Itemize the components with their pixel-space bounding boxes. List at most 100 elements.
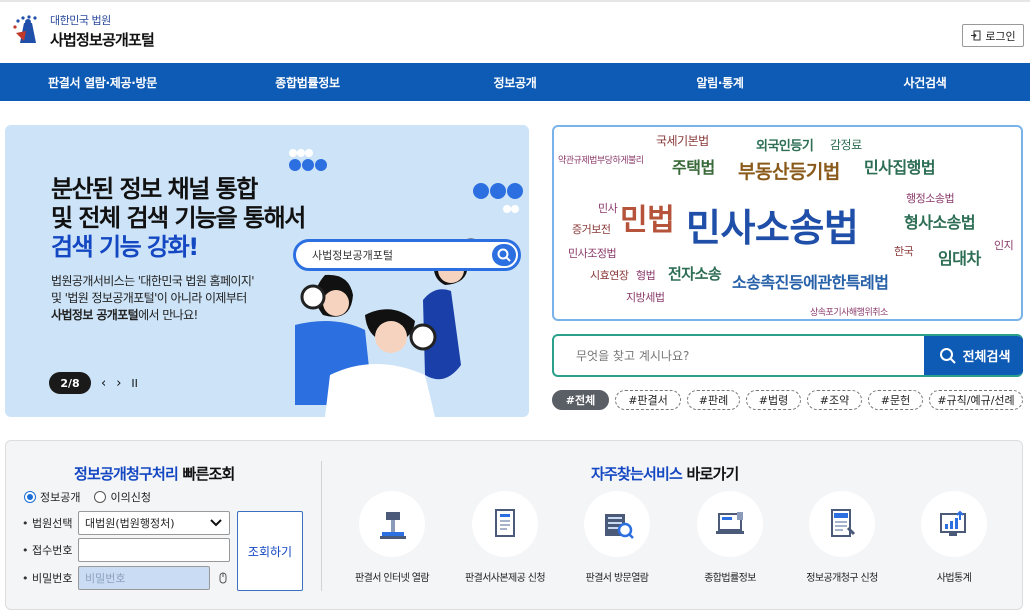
logo-subtitle: 대한민국 법원 <box>50 14 111 27</box>
receipt-number-row: 접수번호 <box>22 538 230 562</box>
cloud-word[interactable]: 민사조정법 <box>568 245 617 261</box>
header: 대한민국 법원 사법정보공개포털 로그인 <box>0 0 1030 63</box>
open-folder-icon <box>831 509 856 537</box>
cloud-word[interactable]: 소송촉진등에관한특례법 <box>732 269 889 293</box>
nav-item-judgment[interactable]: 판결서 열람·제공·방문 <box>0 63 205 101</box>
nav-item-disclosure[interactable]: 정보공개 <box>410 63 620 101</box>
promo-banner[interactable]: 분산된 정보 채널 통합 및 전체 검색 기능을 통해서 검색 기능 강화! 법… <box>5 125 529 417</box>
cloud-word[interactable]: 민사 <box>598 200 618 216</box>
receipt-number-label: 접수번호 <box>22 542 78 558</box>
radio-disclosure[interactable]: 정보공개 <box>24 489 80 505</box>
service-label: 종합법률정보 <box>704 573 756 584</box>
main-nav: 판결서 열람·제공·방문 종합법률정보 정보공개 알림·통계 사건검색 <box>0 63 1030 101</box>
cloud-word[interactable]: 지방세법 <box>626 289 665 305</box>
cloud-word[interactable]: 증거보전 <box>572 221 611 237</box>
tag-literature[interactable]: #문헌 <box>868 390 923 410</box>
cloud-word[interactable]: 민사소송법 <box>686 197 859 252</box>
court-select-value: 대법원(법원행정처) <box>85 517 175 530</box>
tag-statute[interactable]: #법령 <box>746 390 801 410</box>
banner-search-text: 사법정보공개포털 <box>312 249 393 262</box>
next-slide-button[interactable]: › <box>116 376 121 391</box>
quick-title-blue: 정보공개청구처리 <box>74 465 179 483</box>
quick-lookup-title: 정보공개청구처리 빠른조회 <box>74 463 235 484</box>
banner-body-line1: 법원공개서비스는 '대한민국 법원 홈페이지' <box>51 274 255 288</box>
receipt-number-input[interactable] <box>78 538 230 562</box>
quick-title-rest: 빠른조회 <box>178 465 235 483</box>
service-visit-viewing[interactable]: 판결서 방문열람 <box>562 491 672 584</box>
cloud-word[interactable]: 외국인등기 <box>756 135 814 154</box>
service-disclosure-request[interactable]: 정보공개청구 신청 <box>787 491 897 584</box>
slide-counter: 2/8 <box>49 372 91 394</box>
frequent-title-blue: 자주찾는서비스 <box>591 465 683 483</box>
banner-body-line3-rest: 에서 만나요! <box>138 308 198 322</box>
logo-title: 사법정보공개포털 <box>50 31 155 49</box>
cloud-word[interactable]: 전자소송 <box>668 263 722 284</box>
court-select-row: 법원선택 대법원(법원행정처) <box>22 511 230 535</box>
banner-headline: 분산된 정보 채널 통합 및 전체 검색 기능을 통해서 검색 기능 강화! <box>51 175 306 262</box>
tag-rules[interactable]: #규칙/예규/선례 <box>929 390 1023 410</box>
password-input[interactable]: 비밀번호 <box>78 566 210 590</box>
keyword-cloud: 국세기본법 외국인등기 감정료 약관규제법부당하게불리 주택법 부동산등기법 민… <box>552 125 1023 321</box>
court-select[interactable]: 대법원(법원행정처) <box>78 511 230 535</box>
radio-objection[interactable]: 이의신청 <box>94 489 151 505</box>
site-logo[interactable]: 대한민국 법원 사법정보공개포털 <box>10 12 155 50</box>
password-row: 비밀번호 비밀번호 <box>22 566 230 590</box>
page: 대한민국 법원 사법정보공개포털 로그인 판결서 열람·제공·방문 종합법률정보… <box>0 0 1030 615</box>
nav-item-notice-stats[interactable]: 알림·통계 <box>620 63 820 101</box>
banner-headline-line2: 및 전체 검색 기능을 통해서 <box>51 204 306 232</box>
cloud-word[interactable]: 시효연장 <box>590 267 629 283</box>
service-copy-request[interactable]: 판결서사본제공 신청 <box>450 491 560 584</box>
search-icon <box>939 347 956 364</box>
banner-headline-line3: 검색 기능 강화! <box>51 233 199 261</box>
cloud-word[interactable]: 민법 <box>620 195 675 239</box>
service-judicial-stats[interactable]: 사법통계 <box>899 491 1009 584</box>
banner-body-line2: 및 '법원 정보공개포털'이 아니라 이제부터 <box>51 291 247 305</box>
document-icon <box>495 509 515 537</box>
radio-disclosure-label: 정보공개 <box>40 491 81 504</box>
service-legal-info[interactable]: 종합법률정보 <box>675 491 785 584</box>
cloud-word[interactable]: 형법 <box>636 267 656 283</box>
laptop-icon <box>716 512 744 534</box>
cloud-word[interactable]: 형사소송법 <box>904 209 976 233</box>
cloud-word[interactable]: 감정료 <box>830 136 862 153</box>
cloud-word[interactable]: 약관규제법부당하게불리 <box>558 153 644 166</box>
cloud-word[interactable]: 민사집행법 <box>864 154 936 178</box>
tag-precedent[interactable]: #판례 <box>687 390 740 410</box>
login-button[interactable]: 로그인 <box>962 24 1024 47</box>
service-label: 정보공개청구 신청 <box>806 573 878 584</box>
radio-objection-label: 이의신청 <box>110 491 151 504</box>
service-label: 사법통계 <box>936 573 972 584</box>
nav-item-case-search[interactable]: 사건검색 <box>820 63 1030 101</box>
building-search-icon <box>605 514 634 539</box>
tag-all[interactable]: #전체 <box>552 390 609 410</box>
tag-judgment[interactable]: #판결서 <box>615 390 681 410</box>
prev-slide-button[interactable]: ‹ <box>101 376 106 391</box>
cloud-word[interactable]: 행정소송법 <box>906 190 955 206</box>
request-type-radios: 정보공개 이의신청 <box>24 489 151 505</box>
cloud-word[interactable]: 상속포기사해행위취소 <box>810 305 888 318</box>
banner-search-illustration: 사법정보공개포털 <box>293 239 521 271</box>
search-input[interactable] <box>554 336 924 375</box>
pause-button[interactable]: II <box>131 377 138 390</box>
query-button[interactable]: 조회하기 <box>237 511 303 591</box>
cloud-word[interactable]: 주택법 <box>672 154 715 178</box>
cloud-word[interactable]: 한국 <box>894 243 914 259</box>
banner-body-line3-bold: 사법정보 공개포털 <box>51 308 139 322</box>
service-judgment-online[interactable]: 판결서 인터넷 열람 <box>337 491 447 584</box>
frequent-services-title: 자주찾는서비스 바로가기 <box>591 463 739 484</box>
monitor-chart-icon <box>940 510 966 536</box>
radio-dot <box>94 491 107 503</box>
nav-item-legal-info[interactable]: 종합법률정보 <box>205 63 410 101</box>
cloud-word[interactable]: 임대차 <box>938 245 981 269</box>
cloud-word[interactable]: 국세기본법 <box>656 132 709 149</box>
bottom-panel: 정보공개청구처리 빠른조회 정보공개 이의신청 법원선택 대법원(법원행정처) … <box>5 440 1023 610</box>
chevron-down-icon <box>210 519 222 527</box>
search-all-button[interactable]: 전체검색 <box>924 336 1023 375</box>
tag-treaty[interactable]: #조약 <box>807 390 862 410</box>
search-category-tags: #전체 #판결서 #판례 #법령 #조약 #문헌 #규칙/예규/선례 <box>552 390 1023 410</box>
court-select-label: 법원선택 <box>22 515 78 531</box>
banner-body: 법원공개서비스는 '대한민국 법원 홈페이지' 및 '법원 정보공개포털'이 아… <box>51 273 255 324</box>
login-label: 로그인 <box>985 29 1016 43</box>
cloud-word[interactable]: 부동산등기법 <box>738 157 840 184</box>
cloud-word[interactable]: 인지 <box>994 237 1014 253</box>
